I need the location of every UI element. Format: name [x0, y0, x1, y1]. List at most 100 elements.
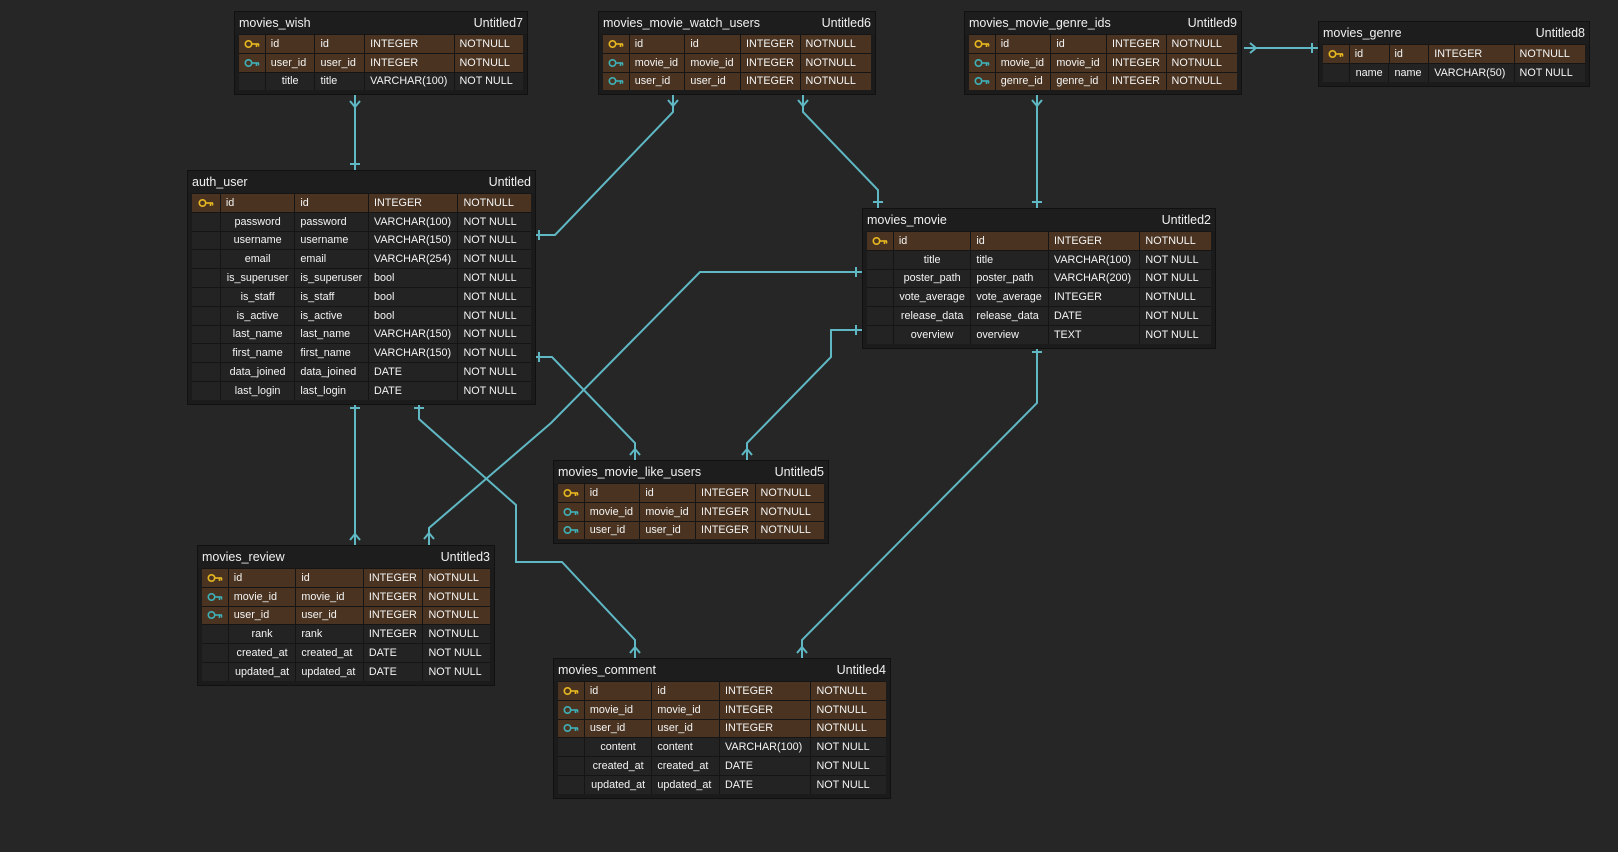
column-row[interactable]: is_superuser is_superuser bool NOT NULL [192, 268, 532, 287]
table-header[interactable]: movies_wish Untitled7 [235, 12, 527, 34]
empty-key-cell [202, 625, 228, 644]
column-logical-name: rank [227, 625, 296, 644]
column-row[interactable]: id id INTEGER NOTNULL [867, 231, 1211, 250]
table-header[interactable]: movies_movie_genre_ids Untitled9 [965, 12, 1241, 34]
table-header[interactable]: movies_review Untitled3 [198, 546, 494, 568]
table-header[interactable]: auth_user Untitled [188, 171, 535, 193]
column-physical-name: movie_id [1050, 53, 1106, 72]
table-movies-review[interactable]: movies_review Untitled3 id id INTEGER NOTNULL… [197, 545, 495, 686]
column-row[interactable]: user_id user_id INTEGER NOTNULL [558, 520, 824, 540]
column-row[interactable]: movie_id movie_id INTEGER NOTNULL [603, 52, 871, 72]
column-row[interactable]: rank rank INTEGER NOTNULL [202, 624, 490, 644]
column-type: INTEGER [362, 606, 423, 625]
column-row[interactable]: is_staff is_staff bool NOT NULL [192, 286, 532, 306]
column-row[interactable]: title title VARCHAR(100) NOT NULL [867, 249, 1211, 269]
primary-key-icon [244, 39, 260, 49]
table-movies-genre[interactable]: movies_genre Untitled8 id id INTEGER NOTNULL n… [1318, 21, 1590, 87]
relation-movies-comment-to-movies-movie-line [801, 346, 1038, 658]
table-movies-movie[interactable]: movies_movie Untitled2 id id INTEGER NOTNULL t… [862, 208, 1216, 349]
table-tag: Untitled4 [836, 663, 886, 677]
column-row[interactable]: overview overview TEXT NOT NULL [867, 324, 1211, 344]
relation-movies-comment-to-auth-user-many-marker [629, 645, 641, 654]
column-row[interactable]: id id INTEGER NOTNULL [1323, 44, 1585, 63]
empty-key-cell [192, 250, 220, 269]
column-type: DATE [1047, 307, 1140, 325]
column-row[interactable]: data_joined data_joined DATE NOT NULL [192, 362, 532, 381]
column-constraint: NOTNULL [453, 35, 524, 53]
column-row[interactable]: genre_id genre_id INTEGER NOTNULL [969, 71, 1237, 91]
column-row[interactable]: created_at created_at DATE NOT NULL [202, 643, 490, 662]
column-constraint: NOTNULL [422, 587, 490, 606]
column-row[interactable]: movie_id movie_id INTEGER NOTNULL [558, 699, 886, 719]
column-row[interactable]: username username VARCHAR(150) NOT NULL [192, 230, 532, 250]
column-type: INTEGER [362, 569, 423, 587]
column-logical-name: updated_at [583, 775, 652, 794]
column-row[interactable]: id id INTEGER NOTNULL [192, 193, 532, 212]
table-header[interactable]: movies_movie_watch_users Untitled6 [599, 12, 875, 34]
relation-movies-movie-like-users-to-auth-user-line [533, 356, 636, 460]
column-row[interactable]: poster_path poster_path VARCHAR(200) NOT NU… [867, 268, 1211, 288]
table-name: movies_wish [239, 16, 311, 30]
column-logical-name: is_superuser [219, 269, 295, 287]
column-row[interactable]: id id INTEGER NOTNULL [558, 681, 886, 700]
erd-canvas[interactable]: movies_wish Untitled7 id id INTEGER NOTNULL us… [0, 0, 1618, 852]
column-physical-name: id [295, 569, 363, 587]
table-movies-movie-like-users[interactable]: movies_movie_like_users Untitled5 id id INTE… [553, 460, 829, 545]
column-row[interactable]: movie_id movie_id INTEGER NOTNULL [969, 52, 1237, 72]
column-logical-name: user_id [583, 521, 640, 540]
column-physical-name: title [314, 72, 365, 91]
column-row[interactable]: password password VARCHAR(100) NOT NULL [192, 211, 532, 231]
column-type: DATE [367, 363, 458, 381]
column-row[interactable]: email email VARCHAR(254) NOT NULL [192, 249, 532, 269]
column-physical-name: first_name [294, 344, 368, 363]
column-row[interactable]: id id INTEGER NOTNULL [239, 34, 524, 53]
column-row[interactable]: movie_id movie_id INTEGER NOTNULL [558, 501, 824, 521]
table-movies-movie-genre-ids[interactable]: movies_movie_genre_ids Untitled9 id id INTEG… [964, 11, 1242, 96]
table-header[interactable]: movies_comment Untitled4 [554, 659, 890, 681]
column-type: VARCHAR(100) [718, 738, 811, 757]
column-row[interactable]: updated_at updated_at DATE NOT NULL [558, 774, 886, 794]
column-type: INTEGER [1047, 232, 1140, 250]
column-row[interactable]: last_login last_login DATE NOT NULL [192, 380, 532, 400]
column-type: VARCHAR(254) [367, 250, 458, 269]
column-logical-name: password [219, 212, 295, 231]
column-row[interactable]: id id INTEGER NOTNULL [603, 34, 871, 53]
empty-key-cell [202, 644, 228, 662]
table-header[interactable]: movies_genre Untitled8 [1319, 22, 1589, 44]
column-row[interactable]: content content VARCHAR(100) NOT NULL [558, 737, 886, 757]
table-movies-wish[interactable]: movies_wish Untitled7 id id INTEGER NOTNULL us… [234, 11, 528, 96]
column-logical-name: updated_at [227, 662, 296, 681]
column-physical-name: id [294, 194, 368, 212]
column-row[interactable]: created_at created_at DATE NOT NULL [558, 756, 886, 775]
table-header[interactable]: movies_movie Untitled2 [863, 209, 1215, 231]
column-row[interactable]: user_id user_id INTEGER NOTNULL [202, 605, 490, 625]
table-header[interactable]: movies_movie_like_users Untitled5 [554, 461, 828, 483]
column-row[interactable]: id id INTEGER NOTNULL [558, 483, 824, 502]
column-logical-name: first_name [219, 344, 295, 363]
column-type: VARCHAR(150) [367, 231, 458, 250]
column-row[interactable]: title title VARCHAR(100) NOT NULL [239, 71, 524, 91]
table-tag: Untitled7 [473, 16, 523, 30]
column-row[interactable]: first_name first_name VARCHAR(150) NOT NULL [192, 343, 532, 363]
relation-movies-movie-watch-users-to-movies-movie-many-marker [797, 99, 809, 108]
relation-movies-movie-genre-ids-to-movies-genre-many-marker [1249, 42, 1258, 54]
column-row[interactable]: movie_id movie_id INTEGER NOTNULL [202, 586, 490, 606]
column-row[interactable]: is_active is_active bool NOT NULL [192, 305, 532, 325]
table-movies-movie-watch-users[interactable]: movies_movie_watch_users Untitled6 id id INT… [598, 11, 876, 96]
column-row[interactable]: last_name last_name VARCHAR(150) NOT NULL [192, 324, 532, 344]
column-constraint: NOT NULL [457, 344, 532, 363]
column-physical-name: password [294, 212, 368, 231]
column-row[interactable]: name name VARCHAR(50) NOT NULL [1323, 62, 1585, 82]
column-row[interactable]: vote_average vote_average INTEGER NOTNULL [867, 287, 1211, 307]
column-physical-name: created_at [651, 757, 719, 775]
column-row[interactable]: id id INTEGER NOTNULL [969, 34, 1237, 53]
column-row[interactable]: user_id user_id INTEGER NOTNULL [558, 718, 886, 738]
table-movies-comment[interactable]: movies_comment Untitled4 id id INTEGER NOTNUL… [553, 658, 891, 799]
column-type: DATE [718, 757, 811, 775]
column-row[interactable]: release_data release_data DATE NOT NULL [867, 306, 1211, 325]
table-auth-user[interactable]: auth_user Untitled id id INTEGER NOTNULL passw… [187, 170, 536, 405]
column-row[interactable]: user_id user_id INTEGER NOTNULL [603, 71, 871, 91]
column-row[interactable]: user_id user_id INTEGER NOTNULL [239, 52, 524, 72]
column-row[interactable]: id id INTEGER NOTNULL [202, 568, 490, 587]
column-row[interactable]: updated_at updated_at DATE NOT NULL [202, 661, 490, 681]
